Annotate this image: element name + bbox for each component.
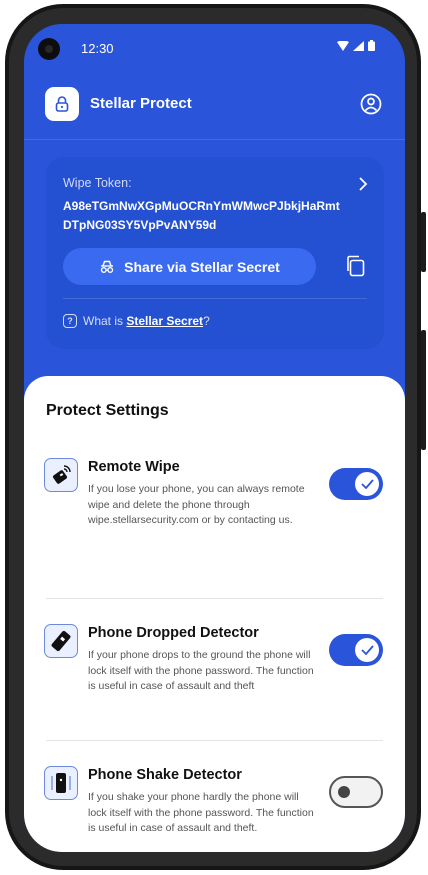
token-value: A98eTGmNwXGpMuOCRnYmWMwcPJbkjHaRmt DTpNG… bbox=[63, 199, 340, 232]
chevron-right-icon[interactable] bbox=[358, 177, 368, 191]
protect-settings-title: Protect Settings bbox=[46, 402, 169, 419]
phone-shake-toggle[interactable] bbox=[329, 776, 383, 808]
setting-description: If you shake your phone hardly the phone… bbox=[88, 791, 314, 834]
settings-divider bbox=[46, 598, 383, 599]
phone-dropped-toggle[interactable] bbox=[329, 634, 383, 666]
wipe-token-card: Wipe Token: A98eTGmNwXGpMuOCRnYmWMwcPJbk… bbox=[46, 157, 384, 349]
check-icon bbox=[360, 479, 374, 489]
status-icons bbox=[337, 40, 375, 51]
remote-wipe-icon bbox=[44, 458, 78, 492]
toggle-knob bbox=[338, 786, 350, 798]
share-via-stellar-secret-button[interactable]: Share via Stellar Secret bbox=[63, 248, 316, 285]
phone-shake-icon bbox=[44, 766, 78, 800]
whatis-text: What is Stellar Secret? bbox=[83, 314, 210, 328]
header-divider bbox=[24, 139, 405, 140]
front-camera bbox=[38, 38, 60, 60]
toggle-knob bbox=[355, 638, 379, 662]
app-title: Stellar Protect bbox=[90, 95, 192, 112]
setting-title: Phone Dropped Detector bbox=[88, 625, 259, 641]
stellar-secret-link[interactable]: Stellar Secret bbox=[126, 314, 203, 328]
share-button-label: Share via Stellar Secret bbox=[124, 258, 280, 275]
question-icon: ? bbox=[63, 314, 77, 328]
whatis-suffix: ? bbox=[203, 314, 210, 328]
whatis-prefix: What is bbox=[83, 314, 127, 328]
toggle-knob bbox=[355, 472, 379, 496]
app-header: Stellar Protect bbox=[24, 87, 405, 139]
check-icon bbox=[360, 645, 374, 655]
setting-description: If you lose your phone, you can always r… bbox=[88, 483, 305, 526]
setting-title: Remote Wipe bbox=[88, 459, 180, 475]
remote-wipe-toggle[interactable] bbox=[329, 468, 383, 500]
app-logo bbox=[45, 87, 79, 121]
wifi-icon bbox=[337, 40, 349, 51]
volume-button bbox=[421, 212, 426, 272]
lock-icon bbox=[55, 96, 69, 112]
setting-title: Phone Shake Detector bbox=[88, 767, 242, 783]
profile-icon[interactable] bbox=[360, 93, 382, 115]
status-time: 12:30 bbox=[81, 41, 114, 56]
incognito-icon bbox=[100, 260, 114, 273]
protect-settings-sheet: Protect Settings Remote Wipe If you lose… bbox=[24, 376, 405, 852]
token-label: Wipe Token: bbox=[63, 176, 132, 190]
what-is-stellar-secret: ? What is Stellar Secret? bbox=[63, 314, 210, 328]
battery-icon bbox=[368, 40, 375, 51]
setting-description: If your phone drops to the ground the ph… bbox=[88, 649, 314, 692]
phone-screen: 12:30 Stellar Protect Wipe Token: A98eTG… bbox=[24, 24, 405, 852]
phone-dropped-icon bbox=[44, 624, 78, 658]
card-divider bbox=[63, 298, 367, 299]
power-button bbox=[421, 330, 426, 450]
signal-icon bbox=[353, 40, 364, 51]
status-bar: 12:30 bbox=[24, 24, 405, 74]
copy-icon[interactable] bbox=[345, 255, 365, 277]
settings-divider bbox=[46, 740, 383, 741]
